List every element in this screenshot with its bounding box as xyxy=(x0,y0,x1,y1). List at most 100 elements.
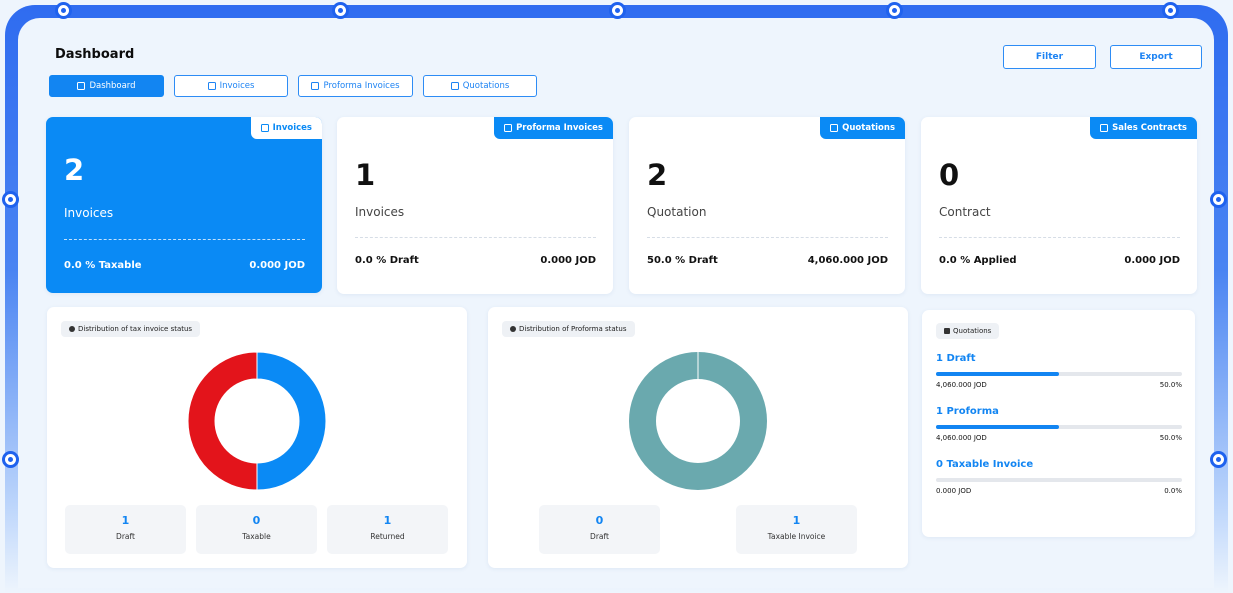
resize-handle-icon[interactable] xyxy=(332,2,349,19)
tab-dashboard[interactable]: Dashboard xyxy=(49,75,164,97)
filter-button[interactable]: Filter xyxy=(1003,45,1096,69)
card-divider xyxy=(647,237,888,238)
card-divider xyxy=(939,237,1180,238)
tab-proforma-invoices[interactable]: Proforma Invoices xyxy=(298,75,413,97)
quotation-item-amount: 4,060.000 JOD xyxy=(936,434,987,442)
card-tag-label: Sales Contracts xyxy=(1112,123,1187,133)
quotation-progress-bar xyxy=(936,372,1182,376)
proforma-panel: Distribution of Proforma status 0 Draft … xyxy=(488,307,908,568)
resize-handle-icon[interactable] xyxy=(886,2,903,19)
quotation-progress-fill xyxy=(936,372,1059,376)
panel-chip: Distribution of tax invoice status xyxy=(61,321,201,337)
stat-label: Draft xyxy=(116,532,135,541)
quotation-item-percent: 50.0% xyxy=(1159,434,1182,442)
card-tag-label: Quotations xyxy=(842,123,895,133)
card-label: Invoices xyxy=(355,205,405,219)
quotation-icon xyxy=(944,328,950,334)
tab-label: Quotations xyxy=(462,81,510,91)
quotation-item-percent: 50.0% xyxy=(1159,381,1182,389)
quotation-item-amount: 4,060.000 JOD xyxy=(936,381,987,389)
card-label: Contract xyxy=(939,205,991,219)
tax-invoice-panel: Distribution of tax invoice status 1 Dra… xyxy=(47,307,467,568)
panel-chip-label: Quotations xyxy=(953,327,992,335)
donut-slice-taxable-invoice[interactable] xyxy=(629,352,767,490)
stat-value: 0 xyxy=(252,514,261,527)
export-button[interactable]: Export xyxy=(1110,45,1202,69)
proforma-card[interactable]: Proforma Invoices 1 Invoices 0.0 % Draft… xyxy=(337,117,613,294)
quotation-item-name: 1 Draft xyxy=(936,353,976,364)
stat-value: 0 xyxy=(595,514,604,527)
panel-chip-label: Distribution of tax invoice status xyxy=(78,325,193,333)
card-left-stat: 0.0 % Taxable xyxy=(64,260,142,271)
card-label: Quotation xyxy=(647,205,707,219)
quotation-progress-bar xyxy=(936,478,1182,482)
stat-taxable-invoice: 1 Taxable Invoice xyxy=(736,505,857,554)
card-left-stat: 50.0 % Draft xyxy=(647,255,718,266)
invoices-card[interactable]: Invoices 2 Invoices 0.0 % Taxable 0.000 … xyxy=(46,117,322,293)
tab-quotations[interactable]: Quotations xyxy=(423,75,537,97)
panel-chip: Distribution of Proforma status xyxy=(502,321,635,337)
quotation-progress-fill xyxy=(936,425,1059,429)
card-right-stat: 0.000 JOD xyxy=(249,260,305,271)
resize-handle-icon[interactable] xyxy=(1210,451,1227,468)
stat-taxable: 0 Taxable xyxy=(196,505,317,554)
stat-value: 1 xyxy=(792,514,801,527)
quotation-item-amount: 0.000 JOD xyxy=(936,487,972,495)
page-title: Dashboard xyxy=(55,47,135,62)
card-label: Invoices xyxy=(64,206,114,220)
card-left-stat: 0.0 % Applied xyxy=(939,255,1017,266)
invoice-icon xyxy=(260,124,269,132)
quotation-item-name: 1 Proforma xyxy=(936,406,999,417)
quotations-card[interactable]: Quotations 2 Quotation 50.0 % Draft 4,06… xyxy=(629,117,905,294)
tab-label: Proforma Invoices xyxy=(323,81,400,91)
tab-label: Invoices xyxy=(219,81,255,91)
panel-chip-label: Distribution of Proforma status xyxy=(519,325,627,333)
quotations-panel: Quotations 1 Draft 4,060.000 JOD 50.0% 1… xyxy=(922,310,1195,537)
resize-handle-icon[interactable] xyxy=(609,2,626,19)
pie-chart-icon xyxy=(510,326,516,332)
card-count: 2 xyxy=(647,158,668,192)
card-divider xyxy=(64,239,305,240)
stat-value: 1 xyxy=(121,514,130,527)
sales-contracts-card[interactable]: Sales Contracts 0 Contract 0.0 % Applied… xyxy=(921,117,1197,294)
resize-handle-icon[interactable] xyxy=(1162,2,1179,19)
card-count: 0 xyxy=(939,158,960,192)
resize-handle-icon[interactable] xyxy=(2,451,19,468)
stat-label: Draft xyxy=(590,532,609,541)
panel-chip: Quotations xyxy=(936,323,1000,339)
card-tag-label: Invoices xyxy=(272,123,312,133)
tax-invoice-donut-chart xyxy=(187,351,327,491)
card-count: 1 xyxy=(355,158,376,192)
quotation-item-name: 0 Taxable Invoice xyxy=(936,459,1034,470)
stat-returned: 1 Returned xyxy=(327,505,448,554)
resize-handle-icon[interactable] xyxy=(55,2,72,19)
pie-chart-icon xyxy=(69,326,75,332)
resize-handle-icon[interactable] xyxy=(2,191,19,208)
proforma-icon xyxy=(504,124,513,132)
quotation-icon xyxy=(830,124,839,132)
proforma-icon xyxy=(311,82,320,90)
resize-handle-icon[interactable] xyxy=(1210,191,1227,208)
proforma-donut-chart xyxy=(629,352,767,490)
card-tag: Proforma Invoices xyxy=(494,117,613,139)
stat-label: Returned xyxy=(370,532,405,541)
stat-draft: 1 Draft xyxy=(65,505,186,554)
stat-label: Taxable xyxy=(242,532,271,541)
card-tag: Quotations xyxy=(820,117,905,139)
dashboard-icon xyxy=(77,82,86,90)
stat-label: Taxable Invoice xyxy=(767,532,826,541)
stat-draft: 0 Draft xyxy=(539,505,660,554)
quotation-progress-bar xyxy=(936,425,1182,429)
card-right-stat: 0.000 JOD xyxy=(1124,255,1180,266)
card-left-stat: 0.0 % Draft xyxy=(355,255,419,266)
tab-invoices[interactable]: Invoices xyxy=(174,75,288,97)
donut-slice-draft[interactable] xyxy=(256,351,327,491)
invoice-icon xyxy=(207,82,216,90)
donut-slice-returned[interactable] xyxy=(187,351,258,491)
contract-icon xyxy=(1100,124,1109,132)
card-count: 2 xyxy=(64,153,85,187)
quotation-icon xyxy=(450,82,459,90)
tab-bar: Dashboard Invoices Proforma Invoices Quo… xyxy=(49,75,537,97)
card-divider xyxy=(355,237,596,238)
card-tag: Sales Contracts xyxy=(1090,117,1197,139)
